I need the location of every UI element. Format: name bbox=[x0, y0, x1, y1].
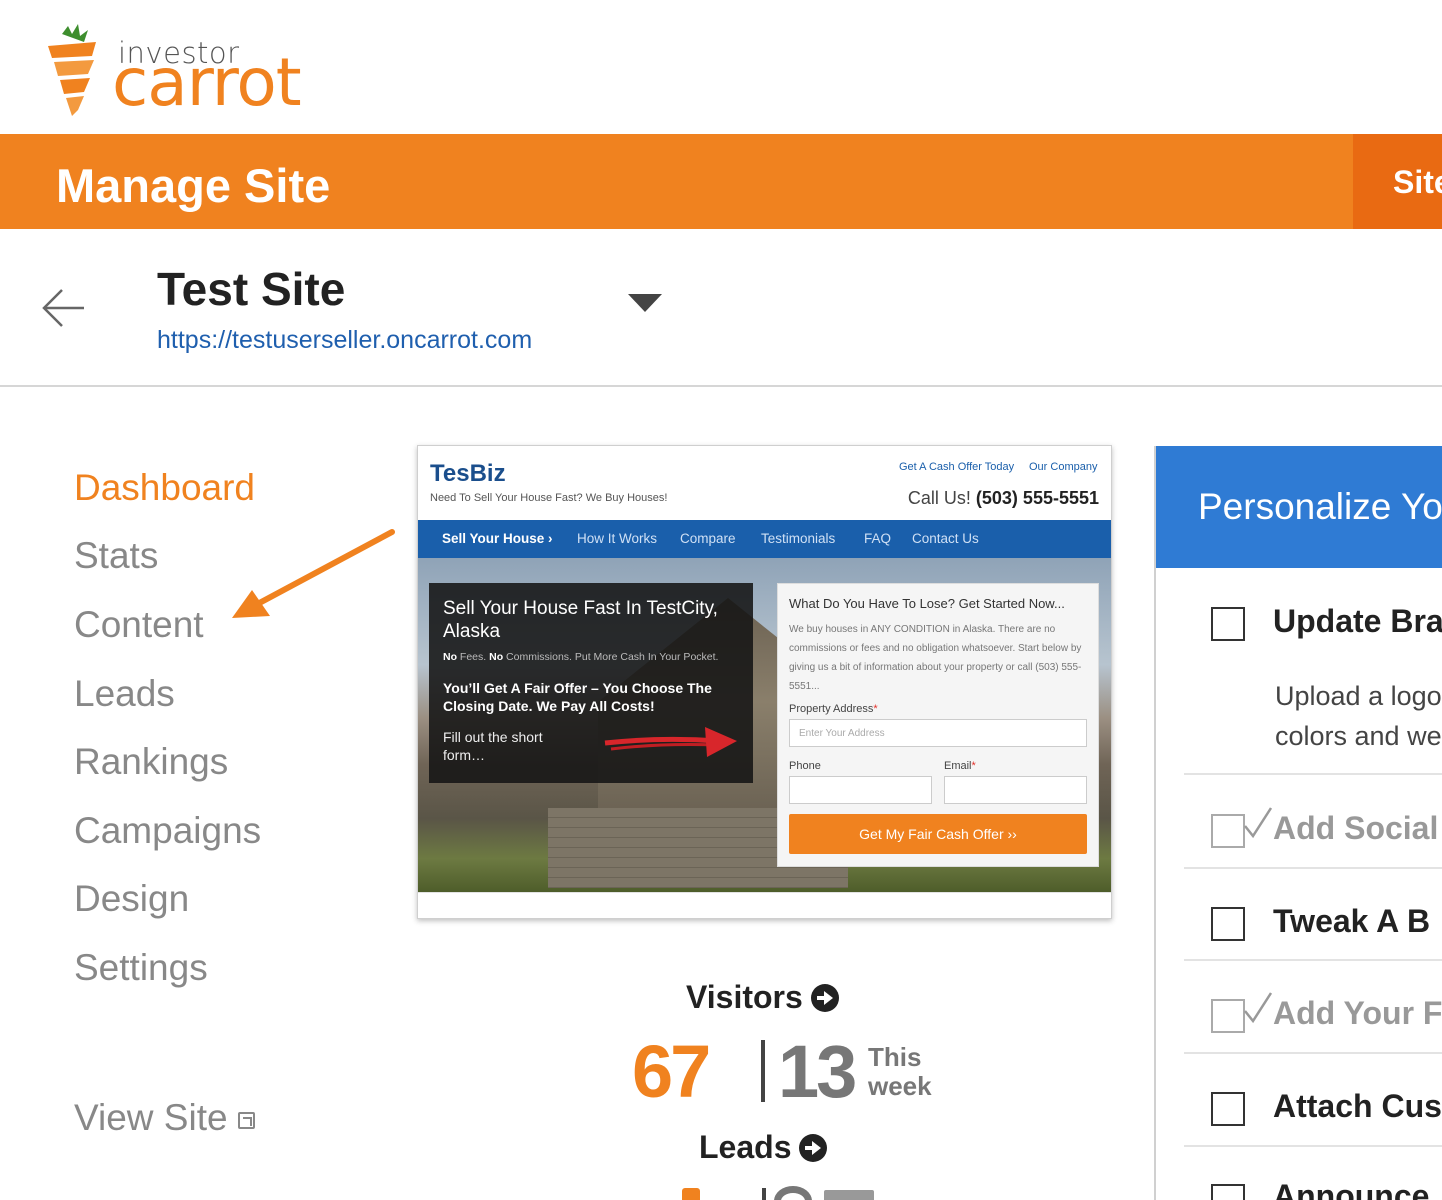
task-checkbox-add-social[interactable] bbox=[1211, 807, 1273, 848]
preview-hero: Sell Your House Fast In TestCity, Alaska… bbox=[418, 558, 1111, 892]
sidebar-item-campaigns[interactable]: Campaigns bbox=[74, 810, 261, 852]
preview-nav-item: How It Works bbox=[577, 531, 658, 546]
preview-lead-form: What Do You Have To Lose? Get Started No… bbox=[777, 583, 1099, 867]
carrot-icon bbox=[48, 24, 96, 116]
preview-email-label: Email* bbox=[944, 760, 976, 772]
visitors-heading[interactable]: Visitors bbox=[686, 979, 839, 1016]
sidebar-item-design[interactable]: Design bbox=[74, 878, 189, 920]
preview-call: Call Us! (503) 555-5551 bbox=[908, 488, 1099, 509]
visitors-total: 67 bbox=[632, 1030, 711, 1113]
preview-phone: (503) 555-5551 bbox=[975, 488, 1099, 508]
preview-hero-bold: You’ll Get A Fair Offer – You Choose The… bbox=[443, 680, 712, 714]
preview-nav-item: Compare bbox=[680, 531, 736, 546]
stat-separator bbox=[761, 1040, 765, 1102]
leads-heading[interactable]: Leads bbox=[699, 1129, 828, 1166]
site-tab[interactable]: Site bbox=[1353, 134, 1442, 229]
task-checkbox-announce[interactable] bbox=[1211, 1184, 1245, 1200]
sidebar-item-settings[interactable]: Settings bbox=[74, 947, 208, 989]
sidebar-item-rankings[interactable]: Rankings bbox=[74, 741, 228, 783]
task-checkbox-tweak[interactable] bbox=[1211, 907, 1245, 941]
task-title-add-your[interactable]: Add Your F bbox=[1273, 995, 1442, 1032]
task-title-add-social[interactable]: Add Social bbox=[1273, 810, 1438, 847]
sidebar-item-leads[interactable]: Leads bbox=[74, 673, 175, 715]
preview-top-link-offer: Get A Cash Offer Today bbox=[899, 461, 1015, 473]
site-url-link[interactable]: https://testuserseller.oncarrot.com bbox=[157, 326, 532, 355]
preview-form-text: We buy houses in ANY CONDITION in Alaska… bbox=[789, 624, 1082, 692]
preview-tagline: Need To Sell Your House Fast? We Buy Hou… bbox=[430, 492, 668, 504]
preview-hero-overlay: Sell Your House Fast In TestCity, Alaska… bbox=[429, 583, 753, 783]
page-title: Manage Site bbox=[56, 159, 331, 212]
preview-hero-fill: Fill out the short form… bbox=[443, 729, 543, 763]
task-title-announce[interactable]: Announce bbox=[1273, 1178, 1429, 1200]
arrow-circle-right-icon bbox=[810, 983, 839, 1012]
preview-top-link-company: Our Company bbox=[1029, 461, 1098, 473]
sidebar-item-content[interactable]: Content bbox=[74, 604, 204, 646]
visitors-week-label: This week bbox=[868, 1042, 932, 1101]
preview-nav: Sell Your House › How It Works Compare T… bbox=[418, 520, 1111, 558]
task-title-tweak[interactable]: Tweak A B bbox=[1273, 903, 1430, 940]
checkmark-icon bbox=[1244, 992, 1273, 1024]
red-arrow-icon bbox=[604, 727, 737, 757]
site-tab-label: Site bbox=[1393, 164, 1442, 200]
task-divider bbox=[1184, 867, 1442, 869]
task-checkbox-update-branding[interactable] bbox=[1211, 607, 1245, 641]
view-site-link[interactable]: View Site bbox=[74, 1097, 255, 1139]
sidebar-item-dashboard[interactable]: Dashboard bbox=[74, 467, 255, 509]
view-site-label: View Site bbox=[74, 1097, 228, 1138]
task-checkbox-add-your[interactable] bbox=[1211, 992, 1273, 1033]
manage-site-bar: Manage Site Site bbox=[0, 134, 1442, 229]
checkmark-icon bbox=[1244, 807, 1273, 839]
logo-word-carrot: carrot bbox=[112, 44, 302, 121]
investor-carrot-logo[interactable]: investor carrot bbox=[44, 24, 324, 119]
preview-address-label: Property Address* bbox=[789, 703, 878, 715]
caret-down-icon[interactable] bbox=[628, 294, 662, 314]
task-divider bbox=[1184, 773, 1442, 775]
task-divider bbox=[1184, 959, 1442, 961]
arrow-left-icon[interactable] bbox=[40, 286, 88, 330]
preview-call-prefix: Call Us! bbox=[907, 488, 971, 508]
preview-nav-item: Contact Us bbox=[912, 531, 979, 546]
external-link-icon bbox=[237, 1111, 255, 1129]
preview-footer bbox=[418, 892, 1111, 918]
header-divider bbox=[0, 385, 1442, 387]
preview-nav-item: Sell Your House › bbox=[442, 531, 553, 546]
visitors-week: 13 bbox=[778, 1030, 857, 1113]
orange-pointer-arrow bbox=[232, 529, 395, 618]
task-title-attach[interactable]: Attach Cus bbox=[1273, 1088, 1442, 1125]
leads-numbers-cut bbox=[676, 1186, 906, 1200]
sidebar-item-stats[interactable]: Stats bbox=[74, 535, 158, 577]
arrow-circle-right-icon bbox=[799, 1133, 828, 1162]
visitors-label: Visitors bbox=[686, 979, 803, 1015]
task-desc-update-branding: Upload a logo colors and we bbox=[1275, 681, 1442, 751]
personalize-panel-header: Personalize Yo bbox=[1156, 446, 1442, 568]
site-name: Test Site bbox=[157, 263, 346, 315]
personalize-panel-title: Personalize Yo bbox=[1198, 486, 1442, 527]
preview-nav-item: FAQ bbox=[864, 531, 892, 546]
preview-phone-label: Phone bbox=[789, 760, 821, 772]
site-preview[interactable]: TesBiz Need To Sell Your House Fast? We … bbox=[417, 445, 1112, 919]
preview-submit-button: Get My Fair Cash Offer ›› bbox=[789, 814, 1087, 854]
preview-nav-item: Testimonials bbox=[761, 531, 836, 546]
preview-address-input: Enter Your Address bbox=[789, 719, 1087, 747]
preview-hero-title: Sell Your House Fast In TestCity, Alaska bbox=[443, 598, 718, 642]
preview-email-input bbox=[944, 776, 1087, 804]
task-checkbox-attach[interactable] bbox=[1211, 1092, 1245, 1126]
preview-brand: TesBiz bbox=[430, 460, 506, 487]
task-title-update-branding[interactable]: Update Bra bbox=[1273, 603, 1442, 640]
preview-hero-subtitle: No Fees. No Commissions. Put More Cash I… bbox=[443, 651, 719, 663]
leads-label: Leads bbox=[699, 1129, 792, 1165]
preview-phone-input bbox=[789, 776, 932, 804]
task-divider bbox=[1184, 1145, 1442, 1147]
task-divider bbox=[1184, 1052, 1442, 1054]
preview-form-title: What Do You Have To Lose? Get Started No… bbox=[789, 596, 1065, 611]
